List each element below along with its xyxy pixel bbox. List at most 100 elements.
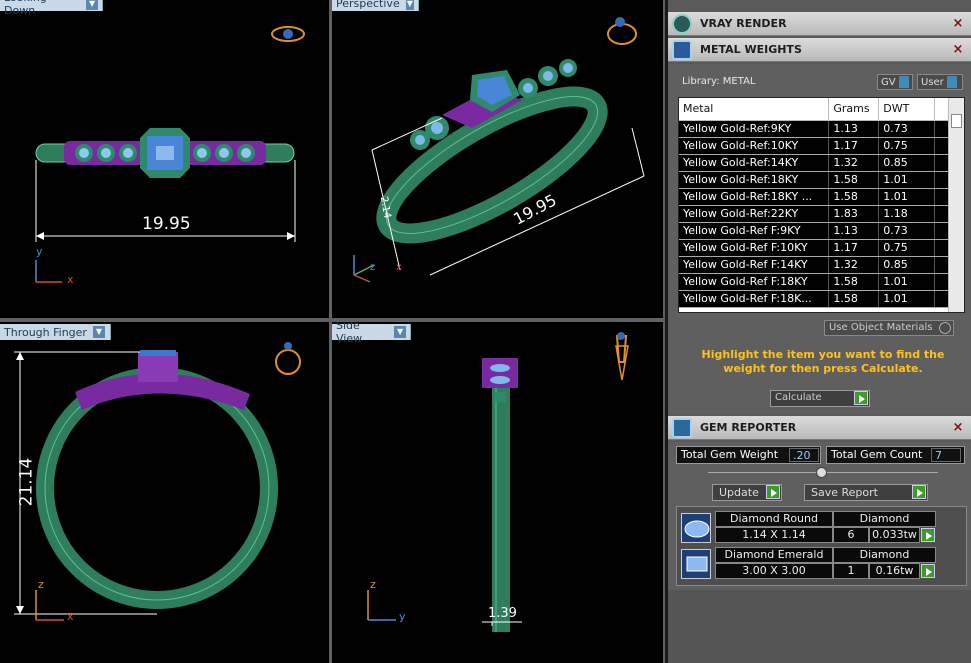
total-gem-count-value: 7 [931,448,961,462]
table-row[interactable]: Yellow Gold-Ref:18KY 1.58 1.01 [679,171,949,189]
save-report-label: Save Report [811,486,878,499]
use-object-materials-label: Use Object Materials [829,322,933,333]
viewport-looking-down[interactable]: 19.95 y x Looking Down ▼ [0,0,329,318]
chevron-down-icon[interactable]: ▼ [92,326,105,338]
ring-top-view [35,26,305,283]
vray-title: VRAY RENDER [700,17,787,30]
gv-toggle[interactable]: GV [877,74,913,90]
grams-cell: 1.13 [828,120,880,138]
calculator-icon [672,418,692,438]
user-label: User [921,77,944,88]
grams-cell: 1.32 [828,256,880,274]
play-arrow-icon [766,485,780,499]
dimension-label: 19.95 [142,214,191,234]
axis-x-label: x [67,610,74,623]
grams-cell: 1.17 [828,239,880,257]
table-row[interactable]: Yellow Gold-Ref:10KY 1.17 0.75 [679,137,949,155]
gem-row[interactable]: Diamond Round 1.14 X 1.14 Diamond 6 0.03… [681,511,964,545]
dwt-cell: 1.18 [878,205,936,223]
metal-weights-header[interactable]: METAL WEIGHTS × [668,38,971,62]
dimension-label: 1.39 [488,606,517,621]
tab-side-view[interactable]: Side View ▼ [332,322,411,345]
play-arrow-icon [854,391,868,405]
spacer-cell [934,256,949,274]
axis-z-label: z [38,578,44,591]
column-header-grams[interactable]: Grams [828,98,880,121]
dwt-cell: 0.85 [878,256,936,274]
gem-row[interactable]: Diamond Emerald 3.00 X 3.00 Diamond 1 0.… [681,547,964,581]
ring-front-view [14,342,301,621]
gem-reporter-header[interactable]: GEM REPORTER × [668,416,971,440]
scrollbar-thumb[interactable] [951,114,962,128]
gem-type: Diamond [833,547,936,563]
gem-shape: Diamond Emerald [715,547,833,563]
metal-cell: Yellow Gold-Ref F:18KY [679,273,830,291]
round-diamond-icon [681,513,711,543]
viewport-perspective[interactable]: 19.95 2.14 z x Perspective ▼ [332,0,663,318]
grams-cell: 1.58 [828,273,880,291]
tab-through-finger[interactable]: Through Finger ▼ [0,324,111,340]
gem-type: Diamond [833,511,936,527]
table-row[interactable]: Yellow Gold-Ref F:18K... 1.58 1.01 [679,290,949,308]
dwt-cell: 0.85 [878,154,936,172]
spacer-cell [934,290,949,308]
dwt-cell: 1.01 [878,290,936,308]
axis-y-label: y [36,245,43,258]
use-object-materials-toggle[interactable]: Use Object Materials [824,320,954,336]
total-gem-count-field: Total Gem Count 7 [826,446,965,464]
vray-icon [672,14,692,34]
axis-y-label: y [399,610,406,623]
table-row[interactable]: Yellow Gold-Ref:14KY 1.32 0.85 [679,154,949,172]
chevron-down-icon[interactable]: ▼ [86,0,98,10]
gem-reporter-empty-area [668,590,971,663]
tab-perspective[interactable]: Perspective ▼ [332,0,419,11]
dwt-cell: 0.75 [878,137,936,155]
metal-cell: Yellow Gold-Ref:10KY [679,137,830,155]
table-scrollbar[interactable] [948,98,964,312]
chevron-down-icon[interactable]: ▼ [394,326,406,338]
play-arrow-icon[interactable] [921,564,935,578]
toggle-icon [946,76,957,88]
splitter-handle[interactable] [816,467,827,478]
grams-cell: 1.83 [828,205,880,223]
close-icon[interactable]: × [951,17,965,31]
column-header-dwt[interactable]: DWT [878,98,936,121]
chevron-down-icon[interactable]: ▼ [405,0,414,10]
library-label: Library: METAL [682,76,756,87]
axis-z-label: z [370,578,376,591]
metal-cell: Yellow Gold-Ref:14KY [679,154,830,172]
column-header-metal[interactable]: Metal [679,98,830,121]
table-row[interactable]: Yellow Gold-Ref:18KY ... 1.58 1.01 [679,188,949,206]
viewport-through-finger[interactable]: 21.14 z x Through Finger ▼ [0,322,329,663]
calculate-hint: Highlight the item you want to find the … [701,348,945,375]
metal-cell: Yellow Gold-Ref:22KY [679,205,830,223]
gem-size: 1.14 X 1.14 [715,527,833,543]
play-arrow-icon[interactable] [921,528,935,542]
gem-shape: Diamond Round [715,511,833,527]
vray-render-header[interactable]: VRAY RENDER × [668,12,971,36]
table-row[interactable]: Yellow Gold-Ref F:14KY 1.32 0.85 [679,256,949,274]
table-row[interactable]: Yellow Gold-Ref:9KY 1.13 0.73 [679,120,949,138]
save-report-button[interactable]: Save Report [804,484,928,501]
total-gem-weight-label: Total Gem Weight [681,448,779,461]
update-button[interactable]: Update [712,484,782,501]
dwt-cell: 0.75 [878,239,936,257]
tab-looking-down[interactable]: Looking Down ▼ [0,0,103,17]
table-row[interactable]: Yellow Gold-Ref:22KY 1.83 1.18 [679,205,949,223]
table-row[interactable]: Yellow Gold-Ref F:10KY 1.17 0.75 [679,239,949,257]
viewport-side-view[interactable]: 1.39 z y Side View ▼ [332,322,663,663]
calculate-button[interactable]: Calculate [770,390,870,407]
spacer-cell [934,137,949,155]
close-icon[interactable]: × [951,43,965,57]
toggle-icon [898,76,909,88]
gem-size: 3.00 X 3.00 [715,563,833,579]
gem-count: 6 [833,527,869,543]
table-row[interactable]: Yellow Gold-Ref F:9KY 1.13 0.73 [679,222,949,240]
dwt-cell: 1.01 [878,188,936,206]
axis-x-label: x [67,273,74,286]
metal-table[interactable]: Metal Grams DWT Yellow Gold-Ref:9KY 1.13 0… [678,97,965,313]
table-row[interactable]: Yellow Gold-Ref F:18KY 1.58 1.01 [679,273,949,291]
user-toggle[interactable]: User [917,74,963,90]
close-icon[interactable]: × [951,421,965,435]
gem-list: Diamond Round 1.14 X 1.14 Diamond 6 0.03… [676,506,967,586]
